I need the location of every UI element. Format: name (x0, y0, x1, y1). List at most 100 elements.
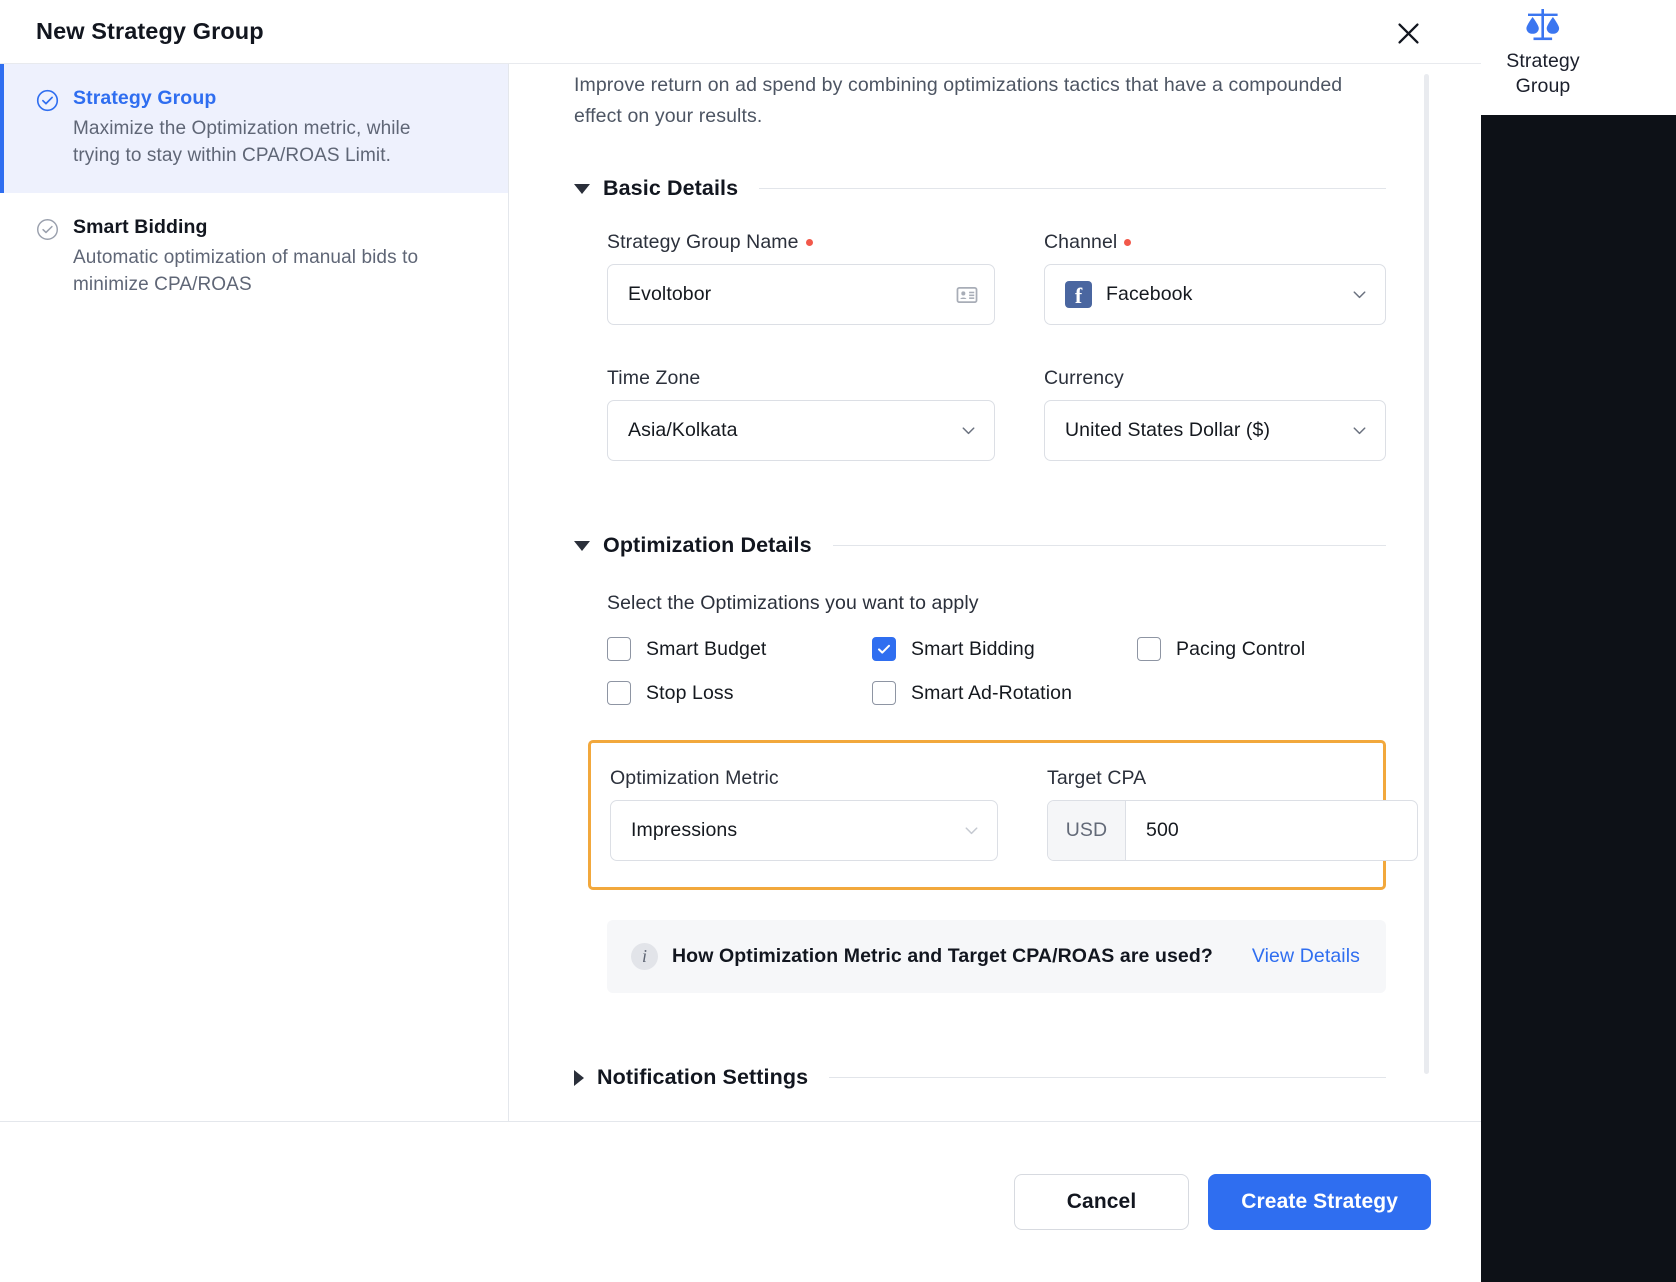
highlighted-optimization-fields: Optimization Metric Impressions Target C… (588, 740, 1418, 890)
cancel-button[interactable]: Cancel (1013, 1174, 1190, 1230)
dialog-sidebar: Strategy Group Maximize the Optimization… (0, 64, 509, 1121)
field-strategy-group-name: Strategy Group Name Evoltobor (607, 231, 995, 325)
field-channel: Channel f Facebook (1044, 231, 1386, 325)
section-title: Basic Details (603, 176, 739, 200)
app-root: Strategy Group New Strategy Group Strate… (0, 0, 1676, 1282)
close-button[interactable] (1389, 14, 1427, 52)
optimization-metric-select[interactable]: Impressions (610, 800, 998, 861)
checkbox-label: Smart Budget (646, 637, 767, 660)
sidebar-item-title: Smart Bidding (73, 216, 208, 238)
chevron-down-icon[interactable] (574, 183, 590, 194)
field-label: Strategy Group Name (607, 231, 995, 254)
field-label-text: Strategy Group Name (607, 231, 799, 253)
field-label: Currency (1044, 367, 1386, 390)
select-value: Asia/Kolkata (628, 419, 738, 441)
field-label-text: Time Zone (607, 367, 701, 389)
field-label: Optimization Metric (610, 767, 998, 790)
right-rail: Strategy Group (1481, 0, 1676, 1282)
rail-label: Strategy Group (1493, 49, 1593, 99)
view-details-link[interactable]: View Details (1252, 945, 1360, 968)
rail-label-line1: Strategy (1506, 50, 1580, 72)
time-zone-select[interactable]: Asia/Kolkata (607, 400, 995, 461)
intro-text: Improve return on ad spend by combining … (574, 74, 1343, 127)
basic-details-form: Strategy Group Name Evoltobor Channel f … (574, 231, 1386, 475)
section-title: Optimization Details (603, 533, 812, 557)
content-scrollbar[interactable] (1424, 74, 1429, 1094)
check-circle-icon (36, 89, 59, 112)
contact-card-icon[interactable] (956, 284, 978, 306)
sidebar-item-desc: Maximize the Optimization metric, while … (73, 118, 411, 166)
checkbox-label: Smart Bidding (911, 637, 1035, 660)
select-value: Impressions (631, 819, 738, 841)
optimization-subtitle: Select the Optimizations you want to app… (607, 592, 979, 614)
close-icon (1396, 21, 1421, 46)
checkbox-smart-bidding[interactable]: Smart Bidding (872, 637, 1137, 661)
currency-select[interactable]: United States Dollar ($) (1044, 400, 1386, 461)
sidebar-item-smart-bidding[interactable]: Smart Bidding Automatic optimization of … (0, 193, 508, 322)
dark-background-panel (1481, 115, 1676, 1282)
section-divider (759, 188, 1386, 189)
checkbox-box[interactable] (1137, 637, 1161, 661)
info-icon: i (631, 943, 658, 970)
select-value: Facebook (1106, 283, 1193, 305)
checkbox-stop-loss[interactable]: Stop Loss (607, 681, 872, 705)
checkbox-smart-ad-rotation[interactable]: Smart Ad-Rotation (872, 681, 1137, 705)
checkbox-box[interactable] (872, 681, 896, 705)
create-strategy-button[interactable]: Create Strategy (1208, 1174, 1431, 1230)
required-indicator (805, 239, 813, 246)
section-divider (829, 1077, 1386, 1078)
target-cpa-input[interactable] (1126, 801, 1417, 860)
dialog-title: New Strategy Group (36, 18, 264, 44)
new-strategy-group-dialog: New Strategy Group Strategy Group Maximi… (0, 0, 1481, 1282)
section-header-basic-details[interactable]: Basic Details (574, 176, 1386, 201)
section-title: Notification Settings (597, 1065, 809, 1089)
dialog-content: Improve return on ad spend by combining … (509, 64, 1481, 1121)
input-value: Evoltobor (628, 283, 712, 305)
check-circle-icon (36, 218, 59, 241)
section-header-optimization-details[interactable]: Optimization Details (574, 533, 1386, 558)
dialog-footer: Cancel Create Strategy (0, 1121, 1481, 1282)
chevron-down-icon[interactable] (962, 821, 981, 840)
channel-select[interactable]: f Facebook (1044, 264, 1386, 325)
checkbox-label: Stop Loss (646, 681, 734, 704)
dialog-header: New Strategy Group (0, 0, 1481, 63)
select-value: United States Dollar ($) (1065, 419, 1271, 441)
strategy-group-name-input[interactable]: Evoltobor (607, 264, 995, 325)
section-divider (832, 545, 1386, 546)
checkbox-pacing-control[interactable]: Pacing Control (1137, 637, 1386, 661)
info-banner-text: How Optimization Metric and Target CPA/R… (672, 945, 1213, 967)
field-label-text: Channel (1044, 231, 1118, 253)
facebook-icon: f (1065, 281, 1092, 308)
field-label-text: Currency (1044, 367, 1124, 389)
sidebar-item-strategy-group[interactable]: Strategy Group Maximize the Optimization… (0, 64, 508, 193)
scrollbar-thumb[interactable] (1424, 74, 1429, 1074)
section-header-notification-settings[interactable]: Notification Settings (574, 1065, 1386, 1090)
scales-icon (1524, 8, 1562, 42)
info-banner: i How Optimization Metric and Target CPA… (607, 920, 1386, 993)
field-time-zone: Time Zone Asia/Kolkata (607, 367, 995, 461)
checkbox-box[interactable] (872, 637, 896, 661)
required-indicator (1124, 239, 1132, 246)
chevron-down-icon[interactable] (1350, 421, 1369, 440)
chevron-down-icon[interactable] (959, 421, 978, 440)
rail-tab-strategy-group[interactable]: Strategy Group (1481, 8, 1605, 99)
field-label: Channel (1044, 231, 1386, 254)
rail-label-line2: Group (1515, 75, 1571, 97)
field-currency: Currency United States Dollar ($) (1044, 367, 1386, 461)
checkbox-smart-budget[interactable]: Smart Budget (607, 637, 872, 661)
field-label: Target CPA (1047, 767, 1418, 790)
field-target-cpa: Target CPA USD (1047, 767, 1418, 861)
field-label-text: Target CPA (1047, 767, 1147, 789)
chevron-right-icon[interactable] (574, 1069, 584, 1086)
currency-prefix: USD (1048, 801, 1126, 860)
check-icon (878, 644, 890, 654)
checkbox-label: Pacing Control (1176, 637, 1306, 660)
target-cpa-input-group: USD (1047, 800, 1418, 861)
chevron-down-icon[interactable] (1350, 285, 1369, 304)
checkbox-box[interactable] (607, 681, 631, 705)
chevron-down-icon[interactable] (574, 540, 590, 551)
checkbox-box[interactable] (607, 637, 631, 661)
field-optimization-metric: Optimization Metric Impressions (610, 767, 998, 861)
optimization-checkbox-group: Smart Budget Smart Bidding Pacing Contro… (574, 637, 1386, 705)
sidebar-item-title: Strategy Group (73, 87, 217, 109)
